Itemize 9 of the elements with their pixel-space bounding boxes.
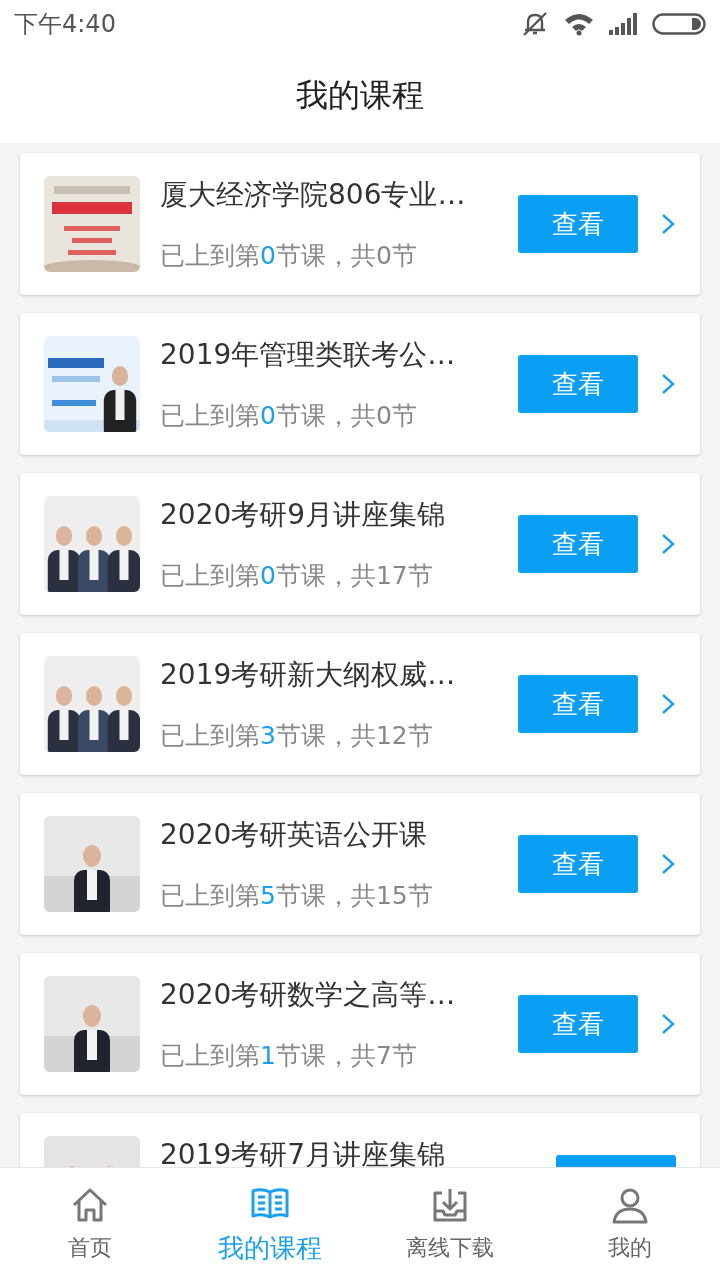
course-title: 2019年管理类联考公… [160,337,457,373]
course-title: 厦大经济学院806专业… [160,177,467,213]
page-title: 我的课程 [296,74,424,116]
course-title: 2020考研英语公开课 [160,817,429,853]
course-title: 2019考研7月讲座集锦 [160,1137,447,1167]
status-time: 下午4:40 [14,9,116,40]
course-title: 2020考研9月讲座集锦 [160,497,447,533]
course-title: 2020考研数学之高等… [160,977,457,1013]
course-title: 2019考研新大纲权威… [160,657,457,693]
